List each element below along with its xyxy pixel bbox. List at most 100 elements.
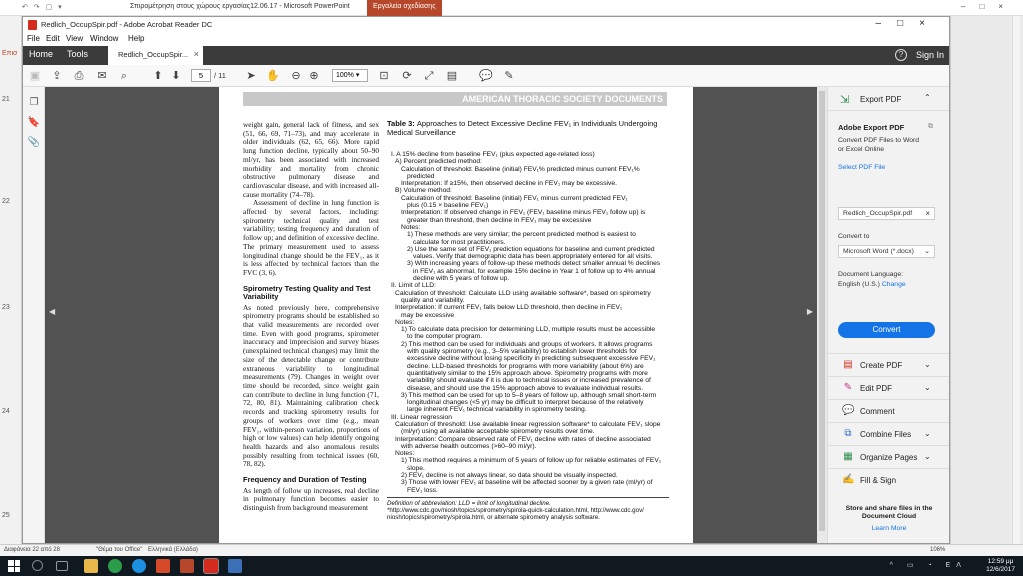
tool-fill-sign[interactable]: ✍ Fill & Sign [828, 468, 949, 490]
status-zoom[interactable]: 106% [930, 547, 945, 553]
menu-file[interactable]: File [27, 34, 40, 43]
acrobat-taskbar-icon[interactable] [203, 558, 219, 574]
footnote-line: niosh/topics/spirometry/spirola.html, or… [387, 513, 600, 521]
search-icon[interactable] [32, 560, 43, 571]
select-pdf-file-link[interactable]: Select PDF File [838, 164, 885, 171]
chevron-down-icon[interactable]: ⌄ [924, 452, 931, 461]
export-pdf-header[interactable]: ⇲ Export PDF ⌃ [828, 87, 949, 111]
attachments-icon[interactable]: 📎 [27, 137, 41, 151]
zoom-out-icon[interactable]: ⊖ [288, 68, 304, 84]
selected-file-field[interactable]: Redlich_OccupSpir.pdf × [838, 207, 935, 220]
input-language[interactable]: ΕΛ [946, 562, 967, 569]
read-mode-icon[interactable]: ▤ [444, 68, 460, 84]
save-icon[interactable]: ▣ [27, 68, 43, 84]
hand-tool-icon[interactable]: ✋ [265, 68, 281, 84]
powerpoint-ribbon-tab[interactable]: Επισ [2, 50, 17, 57]
next-page-arrow[interactable]: ▶ [807, 307, 813, 316]
document-viewport[interactable]: ◀ ▶ AMERICAN THORACIC SOCIETY DOCUMENTS … [45, 87, 827, 543]
powerpoint-window-title: Σπιρομέτρηση στους χώρους εργασίας12.06.… [130, 3, 350, 10]
page-thumbnails-icon[interactable]: ❐ [27, 97, 41, 111]
remove-file-icon[interactable]: × [925, 209, 930, 218]
document-language-row: English (U.S.) Change [838, 281, 906, 288]
scrollbar-thumb[interactable] [819, 91, 825, 531]
slide-number[interactable]: 23 [2, 304, 10, 311]
drawing-tools-context-tab[interactable]: Εργαλεία σχεδίασης [367, 0, 442, 16]
menu-help[interactable]: Help [128, 34, 144, 43]
file-explorer-icon[interactable] [84, 559, 98, 573]
highlight-pen-icon[interactable]: ✎ [501, 68, 517, 84]
quick-access-toolbar[interactable]: ↶ ↷ ▢ ▾ [22, 3, 64, 11]
slide-number[interactable]: 21 [2, 96, 10, 103]
tool-combine-files[interactable]: ⧉ Combine Files ⌄ [828, 422, 949, 444]
menu-edit[interactable]: Edit [46, 34, 60, 43]
page-number-input[interactable]: 5 [191, 69, 211, 82]
powerpoint-window-controls[interactable]: –□× [961, 2, 1017, 11]
previous-page-arrow[interactable]: ◀ [49, 307, 55, 316]
tool-organize-pages[interactable]: ▦ Organize Pages ⌄ [828, 445, 949, 467]
slide-number[interactable]: 25 [2, 512, 10, 519]
previous-page-icon[interactable]: ⬆ [150, 68, 166, 84]
skype-icon[interactable] [132, 559, 146, 573]
menu-view[interactable]: View [66, 34, 83, 43]
zoom-in-icon[interactable]: ⊕ [306, 68, 322, 84]
close-tab-icon[interactable]: × [194, 49, 199, 59]
chevron-down-icon[interactable]: ⌄ [924, 383, 931, 392]
table-line: III. Linear regression [391, 413, 452, 421]
tools-tab[interactable]: Tools [67, 49, 88, 59]
chevron-down-icon[interactable]: ⌄ [924, 360, 931, 369]
system-tray[interactable]: ^ ▭ ◔ ΕΛ [890, 561, 967, 569]
rotate-icon[interactable]: ⟳ [399, 68, 415, 84]
change-language-link[interactable]: Change [882, 281, 906, 288]
convert-button[interactable]: Convert [838, 322, 935, 338]
slide-number[interactable]: 22 [2, 198, 10, 205]
zoom-select[interactable]: 100% ▾ [332, 69, 368, 82]
table-line: (ml/yr) using all available acceptable s… [401, 428, 595, 436]
app-icon[interactable] [228, 559, 242, 573]
chevron-down-icon[interactable]: ⌄ [924, 429, 931, 438]
paragraph: weight gain, general lack of fitness, an… [243, 120, 379, 199]
task-view-icon[interactable] [56, 561, 68, 571]
export-description-2: or Excel Online [838, 146, 885, 153]
menu-window[interactable]: Window [90, 34, 118, 43]
tool-label: Organize Pages [860, 453, 918, 462]
fit-page-icon[interactable]: ⊡ [376, 68, 392, 84]
table-line: Calculation of threshold: Use available … [395, 420, 661, 428]
print-icon[interactable]: ⎙ [71, 68, 87, 84]
chevron-up-icon[interactable]: ⌃ [924, 93, 931, 102]
next-page-icon[interactable]: ⬇ [168, 68, 184, 84]
app-icon[interactable] [156, 559, 170, 573]
status-language[interactable]: Ελληνικά (Ελλάδα) [148, 547, 198, 553]
document-tab[interactable]: Redlich_OccupSpir... × [108, 46, 203, 65]
taskbar-clock[interactable]: 12:59 μμ 12/6/2017 [986, 558, 1015, 574]
comment-icon[interactable]: 💬 [478, 68, 494, 84]
tool-comment[interactable]: 💬 Comment [828, 399, 949, 421]
copy-icon[interactable]: ⧉ [928, 123, 933, 131]
home-tab[interactable]: Home [29, 49, 53, 59]
journal-header: AMERICAN THORACIC SOCIETY DOCUMENTS [243, 92, 667, 106]
tool-create-pdf[interactable]: ▤ Create PDF ⌄ [828, 353, 949, 375]
table-line: 1) This method requires a minimum of 5 y… [401, 457, 662, 465]
organize-pages-icon: ▦ [843, 451, 853, 462]
sign-in-button[interactable]: Sign In [916, 50, 944, 60]
tool-edit-pdf[interactable]: ✎ Edit PDF ⌄ [828, 376, 949, 398]
learn-more-link[interactable]: Learn More [828, 525, 949, 533]
bookmarks-icon[interactable]: 🔖 [27, 117, 41, 131]
powerpoint-scrollbar[interactable] [1012, 16, 1020, 544]
slide-number[interactable]: 24 [2, 408, 10, 415]
email-icon[interactable]: ✉ [94, 68, 110, 84]
windows-start-icon[interactable] [8, 560, 20, 572]
chrome-icon[interactable] [108, 559, 122, 573]
help-icon[interactable]: ? [895, 49, 907, 61]
full-screen-icon[interactable]: ⤢ [421, 68, 437, 84]
tool-label: Comment [860, 407, 895, 416]
search-icon[interactable]: ⌕ [116, 68, 132, 84]
table-line: decline with 5 years of follow up. [413, 275, 510, 283]
select-cursor-icon[interactable]: ➤ [243, 68, 259, 84]
zoom-value: 100% [336, 72, 354, 79]
export-pdf-label: Export PDF [860, 95, 902, 104]
acrobat-window-controls[interactable]: –□× [876, 18, 941, 29]
powerpoint-taskbar-icon[interactable] [180, 559, 194, 573]
document-scrollbar[interactable] [817, 87, 827, 543]
upload-icon[interactable]: ⇪ [49, 68, 65, 84]
convert-to-select[interactable]: Microsoft Word (*.docx) ⌄ [838, 245, 935, 258]
